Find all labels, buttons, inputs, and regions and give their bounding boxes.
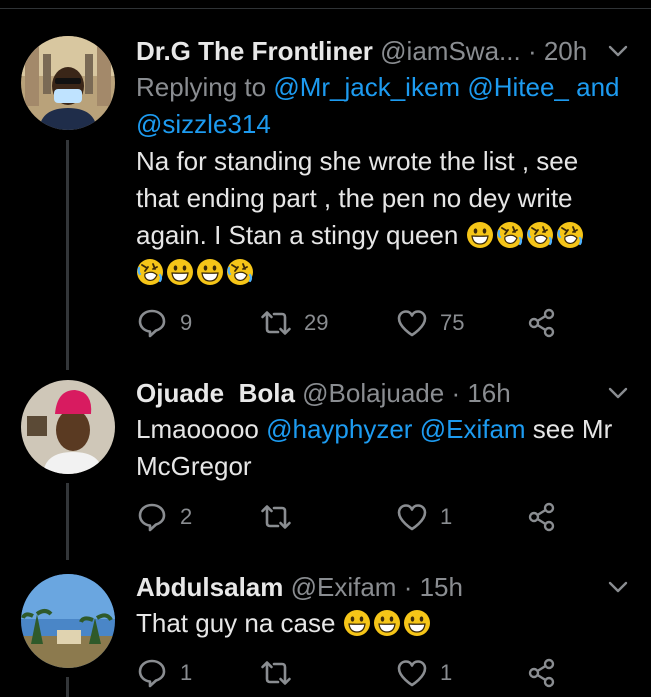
tweet-2[interactable]: Ojuade Bola @Bolajuade · 16h Lmaooooo @h… bbox=[0, 370, 651, 560]
grin-emoji-icon bbox=[373, 609, 401, 637]
thread-line bbox=[66, 483, 69, 560]
reply-icon bbox=[136, 307, 168, 339]
avatar[interactable] bbox=[21, 380, 115, 474]
grin-emoji-icon bbox=[403, 609, 431, 637]
tweet-text: That guy na case bbox=[136, 605, 631, 642]
chevron-down-icon[interactable] bbox=[605, 38, 631, 64]
timestamp[interactable]: · 16h bbox=[451, 378, 510, 408]
like-count: 1 bbox=[440, 504, 453, 529]
share-button[interactable] bbox=[526, 655, 570, 691]
avatar-image bbox=[21, 380, 115, 474]
reply-button[interactable]: 9 bbox=[136, 305, 192, 341]
handle[interactable]: @Bolajuade bbox=[302, 378, 444, 408]
text-suffix: see Mr bbox=[525, 414, 613, 444]
retweet-icon bbox=[260, 307, 292, 339]
mention[interactable]: @Exifam bbox=[420, 414, 526, 444]
tweet-1[interactable]: Dr.G The Frontliner @iamSwa... · 20h Rep… bbox=[0, 0, 651, 370]
heart-icon bbox=[396, 307, 428, 339]
chevron-down-icon[interactable] bbox=[605, 574, 631, 600]
mention[interactable]: @Hitee_ bbox=[467, 72, 569, 102]
reply-count: 9 bbox=[180, 310, 193, 335]
rofl-emoji-icon bbox=[226, 258, 254, 286]
like-count: 75 bbox=[440, 310, 465, 335]
text-line: Na for standing she wrote the list , see bbox=[136, 146, 579, 176]
reply-icon bbox=[136, 657, 168, 689]
grin-emoji-icon bbox=[166, 258, 194, 286]
tweet-actions: 2 1 bbox=[136, 499, 596, 535]
share-button[interactable] bbox=[526, 499, 570, 535]
like-button[interactable]: 1 bbox=[396, 655, 452, 691]
grin-emoji-icon bbox=[466, 221, 494, 249]
mention[interactable]: @Mr_jack_ikem bbox=[273, 72, 460, 102]
grin-emoji-icon bbox=[196, 258, 224, 286]
replying-prefix: Replying to bbox=[136, 72, 274, 102]
tweet-text: Lmaooooo @hayphyzer @Exifam see Mr McGre… bbox=[136, 411, 631, 485]
heart-icon bbox=[396, 657, 428, 689]
chevron-down-icon[interactable] bbox=[605, 380, 631, 406]
rofl-emoji-icon bbox=[496, 221, 524, 249]
mention[interactable]: @hayphyzer bbox=[266, 414, 412, 444]
mention-and[interactable]: and bbox=[576, 72, 619, 102]
share-icon bbox=[526, 307, 558, 339]
tweet-header: Dr.G The Frontliner @iamSwa... · 20h bbox=[136, 34, 631, 68]
tweet-header: Abdulsalam @Exifam · 15h bbox=[136, 570, 631, 604]
replying-to: Replying to @Mr_jack_ikem @Hitee_ and @s… bbox=[136, 69, 631, 143]
share-icon bbox=[526, 657, 558, 689]
text-prefix: Lmaooooo bbox=[136, 414, 267, 444]
tweet-3[interactable]: Abdulsalam @Exifam · 15h That guy na cas… bbox=[0, 560, 651, 697]
timestamp[interactable]: · 15h bbox=[404, 572, 463, 602]
like-count: 1 bbox=[440, 660, 453, 685]
retweet-count: 29 bbox=[304, 310, 329, 335]
retweet-icon bbox=[260, 657, 292, 689]
like-button[interactable]: 1 bbox=[396, 499, 452, 535]
rofl-emoji-icon bbox=[136, 258, 164, 286]
avatar-image bbox=[21, 574, 115, 668]
display-name[interactable]: Ojuade Bola bbox=[136, 378, 295, 408]
display-name[interactable]: Abdulsalam bbox=[136, 572, 283, 602]
share-icon bbox=[526, 501, 558, 533]
reply-icon bbox=[136, 501, 168, 533]
like-button[interactable]: 75 bbox=[396, 305, 464, 341]
avatar[interactable] bbox=[21, 574, 115, 668]
display-name[interactable]: Dr.G The Frontliner bbox=[136, 36, 373, 66]
retweet-button[interactable]: 29 bbox=[260, 305, 328, 341]
heart-icon bbox=[396, 501, 428, 533]
mention[interactable]: @sizzle314 bbox=[136, 109, 271, 139]
handle[interactable]: @iamSwa... bbox=[380, 36, 521, 66]
reply-button[interactable]: 1 bbox=[136, 655, 192, 691]
avatar[interactable] bbox=[21, 36, 115, 130]
text-line: That guy na case bbox=[136, 608, 336, 638]
reply-button[interactable]: 2 bbox=[136, 499, 192, 535]
timestamp[interactable]: · 20h bbox=[528, 36, 587, 66]
retweet-button[interactable] bbox=[260, 499, 304, 535]
retweet-icon bbox=[260, 501, 292, 533]
text-line: that ending part , the pen no dey write bbox=[136, 183, 573, 213]
reply-count: 1 bbox=[180, 660, 193, 685]
grin-emoji-icon bbox=[343, 609, 371, 637]
handle[interactable]: @Exifam bbox=[291, 572, 397, 602]
avatar-image bbox=[21, 36, 115, 130]
thread-line bbox=[66, 677, 69, 697]
thread-line bbox=[66, 140, 69, 370]
text-line: McGregor bbox=[136, 451, 252, 481]
rofl-emoji-icon bbox=[556, 221, 584, 249]
tweet-text: Na for standing she wrote the list , see… bbox=[136, 143, 631, 291]
text-line: again. I Stan a stingy queen bbox=[136, 220, 459, 250]
tweet-actions: 1 1 bbox=[136, 655, 596, 691]
share-button[interactable] bbox=[526, 305, 570, 341]
reply-count: 2 bbox=[180, 504, 193, 529]
rofl-emoji-icon bbox=[526, 221, 554, 249]
tweet-actions: 9 29 75 bbox=[136, 305, 596, 341]
tweet-header: Ojuade Bola @Bolajuade · 16h bbox=[136, 376, 631, 410]
retweet-button[interactable] bbox=[260, 655, 304, 691]
